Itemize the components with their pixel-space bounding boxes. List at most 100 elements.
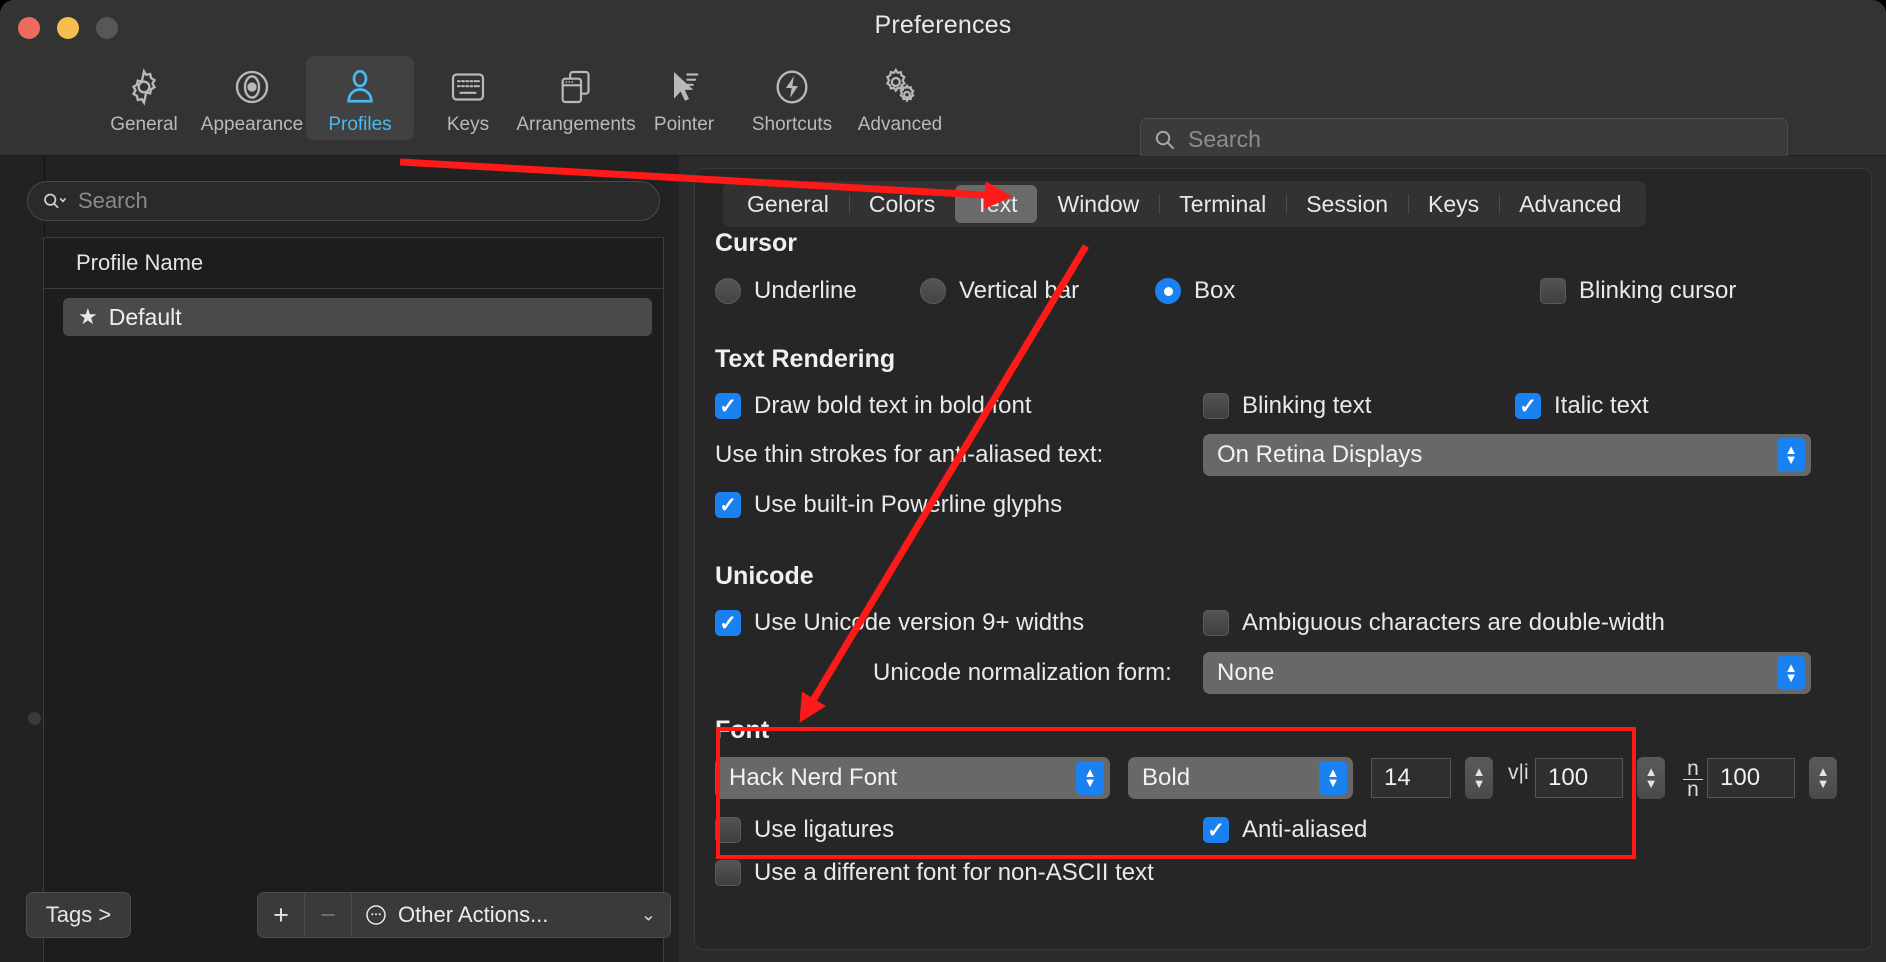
remove-profile-button[interactable]: − bbox=[305, 893, 352, 937]
cursor-box-label: Box bbox=[1194, 277, 1236, 304]
search-icon bbox=[1153, 128, 1176, 151]
font-size-field[interactable]: 14 bbox=[1371, 758, 1451, 798]
font-size-stepper[interactable]: ▲ ▼ bbox=[1465, 757, 1493, 799]
font-style-dropdown[interactable]: Bold ▲ ▼ bbox=[1128, 757, 1353, 799]
toolbar-item-label: Shortcuts bbox=[751, 114, 833, 135]
stepper-chevrons-icon: ▲ ▼ bbox=[1777, 438, 1805, 472]
checkbox-indicator bbox=[715, 860, 741, 886]
toolbar-item-arrangements[interactable]: Arrangements bbox=[516, 56, 636, 140]
profiles-sidebar: Profile Name ★ Default Tags > + − bbox=[0, 156, 679, 962]
vertical-spacing-glyph-top: n bbox=[1687, 757, 1699, 780]
checkbox-indicator bbox=[1203, 610, 1229, 636]
italic-text-checkbox[interactable]: Italic text bbox=[1515, 392, 1649, 420]
toolbar-item-label: Keys bbox=[446, 114, 490, 135]
toolbar-search-field[interactable] bbox=[1140, 118, 1788, 160]
ligatures-label: Use ligatures bbox=[754, 816, 895, 843]
stepper-chevrons-icon: ▲ ▼ bbox=[1076, 761, 1104, 795]
powerline-checkbox[interactable]: Use built-in Powerline glyphs bbox=[715, 491, 1062, 519]
profile-tabbar: General Colors Text Window Terminal Sess… bbox=[723, 181, 1646, 227]
other-actions-dropdown[interactable]: Other Actions... ⌄ bbox=[352, 893, 670, 937]
toolbar-item-advanced[interactable]: Advanced bbox=[846, 56, 954, 140]
table-row[interactable]: ★ Default bbox=[63, 298, 652, 336]
tab-general[interactable]: General bbox=[727, 185, 849, 223]
cursor-underline-radio[interactable]: Underline bbox=[715, 277, 857, 305]
powerline-label: Use built-in Powerline glyphs bbox=[754, 491, 1063, 518]
other-actions-label: Other Actions... bbox=[398, 902, 549, 927]
search-input[interactable] bbox=[1188, 125, 1775, 153]
unicode-v9-checkbox[interactable]: Use Unicode version 9+ widths bbox=[715, 609, 1084, 637]
tab-window[interactable]: Window bbox=[1037, 185, 1159, 223]
unicode-section-title: Unicode bbox=[715, 562, 814, 590]
vertical-spacing-glyph-bottom: n bbox=[1687, 777, 1699, 801]
search-chevron-icon bbox=[42, 190, 68, 212]
normalization-label: Unicode normalization form: bbox=[873, 659, 1172, 686]
toolbar-item-label: General bbox=[110, 114, 178, 135]
anti-aliased-checkbox[interactable]: Anti-aliased bbox=[1203, 816, 1367, 844]
horizontal-spacing-icon: v|i bbox=[1508, 761, 1529, 784]
toolbar-item-pointer[interactable]: Pointer bbox=[630, 56, 738, 140]
vertical-spacing-icon: n n bbox=[1683, 757, 1703, 801]
cursor-underline-label: Underline bbox=[754, 277, 857, 304]
tab-colors[interactable]: Colors bbox=[848, 185, 955, 223]
toolbar-item-shortcuts[interactable]: Shortcuts bbox=[738, 56, 846, 140]
sidebar-resize-handle[interactable] bbox=[28, 712, 41, 725]
profile-name: Default bbox=[108, 303, 182, 330]
tags-button[interactable]: Tags > bbox=[26, 892, 131, 938]
toolbar-item-general[interactable]: General bbox=[90, 56, 198, 140]
ligatures-checkbox[interactable]: Use ligatures bbox=[715, 816, 894, 844]
blinking-text-label: Blinking text bbox=[1242, 392, 1372, 419]
gear-icon bbox=[124, 62, 164, 112]
checkbox-indicator bbox=[715, 610, 741, 636]
titlebar: Preferences bbox=[0, 0, 1886, 56]
toolbar-item-keys[interactable]: Keys bbox=[414, 56, 522, 140]
chevron-down-icon: ⌄ bbox=[640, 904, 656, 925]
checkbox-indicator bbox=[715, 393, 741, 419]
text-rendering-section-title: Text Rendering bbox=[715, 345, 896, 373]
cursor-box-radio[interactable]: Box bbox=[1155, 277, 1235, 305]
draw-bold-checkbox[interactable]: Draw bold text in bold font bbox=[715, 392, 1032, 420]
profile-detail-panel: General Colors Text Window Terminal Sess… bbox=[694, 168, 1872, 950]
horizontal-spacing-field[interactable]: 100 bbox=[1535, 758, 1623, 798]
toolbar-item-appearance[interactable]: Appearance bbox=[198, 56, 306, 140]
vertical-spacing-field[interactable]: 100 bbox=[1707, 758, 1795, 798]
blinking-text-checkbox[interactable]: Blinking text bbox=[1203, 392, 1371, 420]
tab-text[interactable]: Text bbox=[955, 185, 1038, 223]
thin-strokes-value: On Retina Displays bbox=[1217, 441, 1423, 468]
eye-icon bbox=[232, 62, 272, 112]
tab-session[interactable]: Session bbox=[1286, 185, 1408, 223]
non-ascii-font-text: Use a different font for non-ASCII text bbox=[754, 859, 1154, 886]
keyboard-icon bbox=[448, 62, 488, 112]
draw-bold-label: Draw bold text in bold font bbox=[754, 392, 1032, 419]
tab-advanced[interactable]: Advanced bbox=[1499, 185, 1641, 223]
toolbar-item-label: Appearance bbox=[200, 114, 304, 135]
tab-keys[interactable]: Keys bbox=[1408, 185, 1499, 223]
ambiguous-width-label: Ambiguous characters are double-width bbox=[1242, 609, 1665, 636]
thin-strokes-label: Use thin strokes for anti-aliased text: bbox=[715, 441, 1104, 468]
normalization-dropdown[interactable]: None ▲ ▼ bbox=[1203, 652, 1811, 694]
blinking-cursor-checkbox[interactable]: Blinking cursor bbox=[1540, 277, 1736, 305]
font-family-value: Hack Nerd Font bbox=[729, 764, 898, 791]
ambiguous-width-checkbox[interactable]: Ambiguous characters are double-width bbox=[1203, 609, 1665, 637]
blinking-cursor-label: Blinking cursor bbox=[1579, 277, 1737, 304]
non-ascii-font-checkbox[interactable]: Unicode normalization form: Use a differ… bbox=[715, 859, 1154, 887]
radio-indicator bbox=[920, 278, 946, 304]
font-section-title: Font bbox=[715, 716, 770, 744]
ellipsis-circle-icon bbox=[364, 903, 388, 927]
thin-strokes-dropdown[interactable]: On Retina Displays ▲ ▼ bbox=[1203, 434, 1811, 476]
toolbar-item-label: Arrangements bbox=[516, 114, 636, 135]
vertical-spacing-stepper[interactable]: ▲ ▼ bbox=[1809, 757, 1837, 799]
cursor-vertical-bar-radio[interactable]: Vertical bar bbox=[920, 277, 1079, 305]
toolbar-item-label: Advanced bbox=[857, 114, 943, 135]
tab-terminal[interactable]: Terminal bbox=[1159, 185, 1286, 223]
preferences-window: Preferences General Appearance Profiles … bbox=[0, 0, 1886, 962]
toolbar-item-profiles[interactable]: Profiles bbox=[306, 56, 414, 140]
sidebar-search-input[interactable] bbox=[78, 188, 645, 214]
profiles-table-header: Profile Name bbox=[44, 238, 663, 289]
cursor-icon bbox=[664, 62, 704, 112]
horizontal-spacing-stepper[interactable]: ▲ ▼ bbox=[1637, 757, 1665, 799]
toolbar-search-wrap bbox=[1140, 118, 1788, 160]
font-family-dropdown[interactable]: Hack Nerd Font ▲ ▼ bbox=[715, 757, 1110, 799]
window-body: Profile Name ★ Default Tags > + − bbox=[0, 156, 1886, 962]
add-profile-button[interactable]: + bbox=[258, 893, 305, 937]
sidebar-search-field[interactable] bbox=[27, 181, 660, 221]
